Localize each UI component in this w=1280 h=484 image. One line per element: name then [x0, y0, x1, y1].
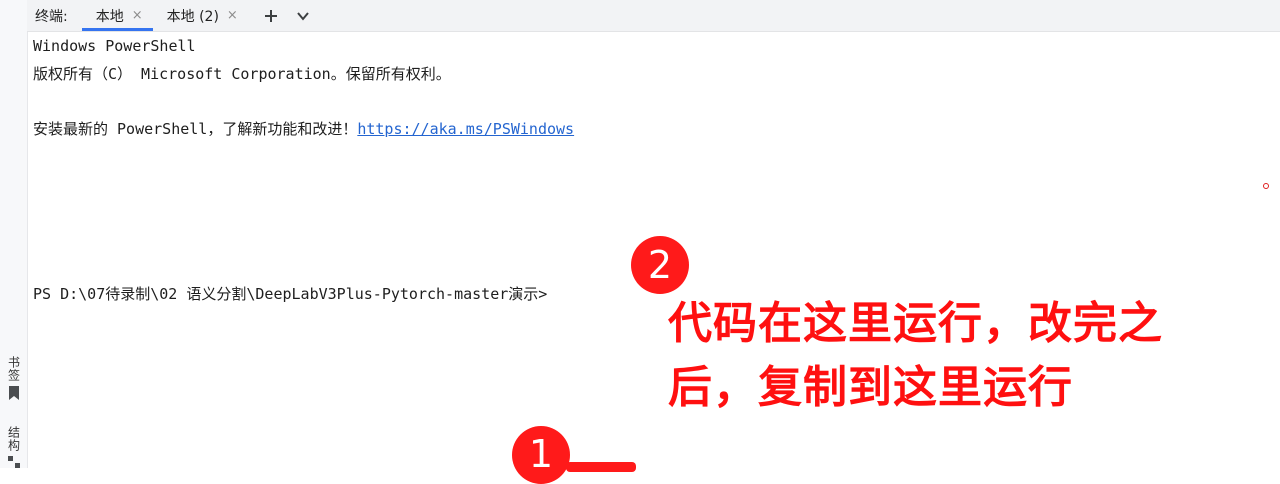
annotation-badge-2: 2: [631, 236, 689, 294]
tab-local-2[interactable]: 本地 (2) ×: [153, 0, 248, 31]
structure-label: 结构: [6, 426, 21, 452]
terminal-line-3-text: 安装最新的 PowerShell，了解新功能和改进！: [33, 120, 358, 138]
tab-local-2-label: 本地 (2): [166, 8, 219, 25]
terminal-prompt[interactable]: PS D:\07待录制\02 语义分割\DeepLabV3Plus-Pytorc…: [33, 284, 547, 304]
bookmark-icon: [8, 386, 20, 403]
annotation-note: 代码在这里运行，改完之 后，复制到这里运行: [668, 292, 1228, 420]
left-tool-strip: 书签 结构: [0, 0, 28, 468]
terminal-tab-bar: 终端: 本地 × 本地 (2) ×: [27, 0, 1280, 32]
terminal-title: 终端:: [35, 8, 68, 25]
terminal-line-2: 版权所有（C） Microsoft Corporation。保留所有权利。: [33, 65, 451, 83]
chevron-down-icon[interactable]: [294, 9, 312, 23]
annotation-note-line-1: 代码在这里运行，改完之: [668, 298, 1163, 349]
annotation-badge-1: 1: [512, 426, 570, 484]
tab-local-label: 本地: [95, 8, 124, 25]
bookmarks-tool[interactable]: 书签: [5, 356, 23, 403]
annotation-arrow: [566, 462, 636, 472]
close-icon[interactable]: ×: [227, 8, 238, 23]
terminal-line-1: Windows PowerShell: [33, 37, 196, 55]
annotation-note-line-2: 后，复制到这里运行: [668, 362, 1073, 413]
powershell-link[interactable]: https://aka.ms/PSWindows: [357, 120, 574, 138]
plus-icon[interactable]: [262, 9, 280, 23]
structure-icon: [8, 456, 20, 471]
red-dot-marker: [1263, 183, 1269, 189]
close-icon[interactable]: ×: [132, 8, 143, 23]
bookmarks-label: 书签: [6, 356, 21, 382]
structure-tool[interactable]: 结构: [5, 426, 23, 471]
tab-local[interactable]: 本地 ×: [81, 0, 153, 31]
terminal-line-3: 安装最新的 PowerShell，了解新功能和改进！https://aka.ms…: [33, 119, 574, 139]
